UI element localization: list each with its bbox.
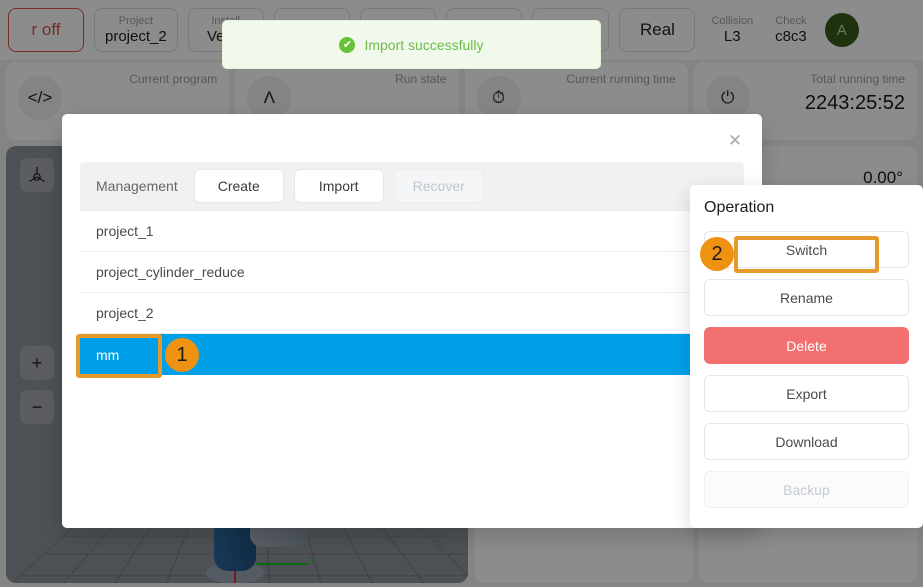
annotation-marker-1: 1 — [165, 338, 199, 372]
project-management-dialog: ✕ Management Create Import Recover proje… — [62, 114, 762, 528]
list-item[interactable]: project_2 Ac — [80, 293, 744, 334]
list-item[interactable]: project_cylinder_reduce — [80, 252, 744, 293]
recover-button: Recover — [393, 169, 484, 203]
toast-message: Import successfully — [364, 36, 484, 53]
toast-notification: ✔ Import successfully — [222, 20, 601, 69]
backup-button: Backup — [704, 471, 909, 508]
switch-button[interactable]: Switch — [704, 231, 909, 268]
download-button[interactable]: Download — [704, 423, 909, 460]
list-item[interactable]: project_1 — [80, 211, 744, 252]
rename-button[interactable]: Rename — [704, 279, 909, 316]
operation-panel: Operation Switch Rename Delete Export Do… — [690, 185, 923, 528]
export-button[interactable]: Export — [704, 375, 909, 412]
project-name: project_cylinder_reduce — [96, 264, 245, 280]
project-name: project_1 — [96, 223, 154, 239]
project-name: mm — [96, 346, 120, 363]
project-name: project_2 — [96, 305, 154, 321]
create-button[interactable]: Create — [193, 169, 284, 203]
tab-management[interactable]: Management — [96, 178, 178, 194]
annotation-marker-2: 2 — [700, 237, 734, 271]
project-management-toolbar: Management Create Import Recover — [80, 162, 744, 210]
delete-button[interactable]: Delete — [704, 327, 909, 364]
success-check-icon: ✔ — [339, 36, 356, 53]
import-button[interactable]: Import — [293, 169, 384, 203]
operation-panel-title: Operation — [704, 199, 775, 216]
close-icon[interactable]: ✕ — [722, 128, 748, 154]
